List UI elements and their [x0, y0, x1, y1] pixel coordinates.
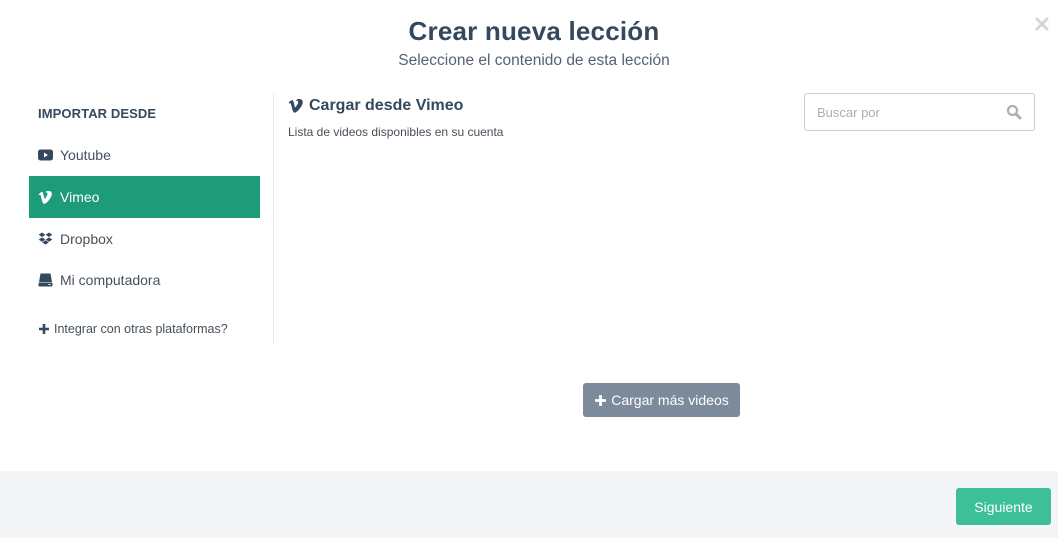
next-button[interactable]: Siguiente — [956, 488, 1051, 525]
content-subtitle: Lista de videos disponibles en su cuenta — [288, 125, 504, 139]
search-box[interactable] — [804, 93, 1035, 131]
close-icon — [1035, 17, 1049, 31]
sidebar-item-youtube[interactable]: Youtube — [29, 134, 260, 176]
hard-drive-icon — [38, 273, 53, 287]
close-button[interactable] — [1032, 14, 1052, 34]
search-icon[interactable] — [1006, 104, 1022, 120]
integrate-platforms-label: Integrar con otras plataformas? — [54, 322, 228, 336]
dropbox-icon — [38, 232, 53, 246]
sidebar-item-label: Mi computadora — [60, 272, 161, 288]
modal-subtitle: Seleccione el contenido de esta lección — [398, 52, 670, 69]
sidebar-heading: IMPORTAR DESDE — [38, 106, 157, 121]
vimeo-icon — [288, 99, 304, 113]
plus-icon — [38, 323, 50, 335]
content-title: Cargar desde Vimeo — [288, 97, 463, 115]
modal-title: Crear nueva lección — [408, 16, 660, 46]
sidebar-item-label: Dropbox — [60, 231, 113, 247]
search-input[interactable] — [817, 104, 1006, 120]
import-sidebar: IMPORTAR DESDE Youtube Vimeo Dropbox Mi … — [29, 93, 274, 344]
sidebar-item-vimeo[interactable]: Vimeo — [29, 176, 260, 218]
load-more-label: Cargar más videos — [611, 392, 729, 408]
modal-footer — [0, 471, 1058, 538]
load-more-videos-button[interactable]: Cargar más videos — [583, 383, 740, 417]
plus-icon — [594, 394, 607, 407]
sidebar-item-label: Youtube — [60, 147, 111, 163]
sidebar-item-label: Vimeo — [60, 189, 100, 205]
youtube-icon — [38, 148, 53, 162]
vimeo-icon — [38, 190, 53, 204]
sidebar-item-dropbox[interactable]: Dropbox — [29, 218, 260, 260]
content-title-text: Cargar desde Vimeo — [309, 97, 464, 114]
integrate-platforms-link[interactable]: Integrar con otras plataformas? — [38, 322, 228, 336]
sidebar-item-mi-computadora[interactable]: Mi computadora — [29, 259, 260, 301]
